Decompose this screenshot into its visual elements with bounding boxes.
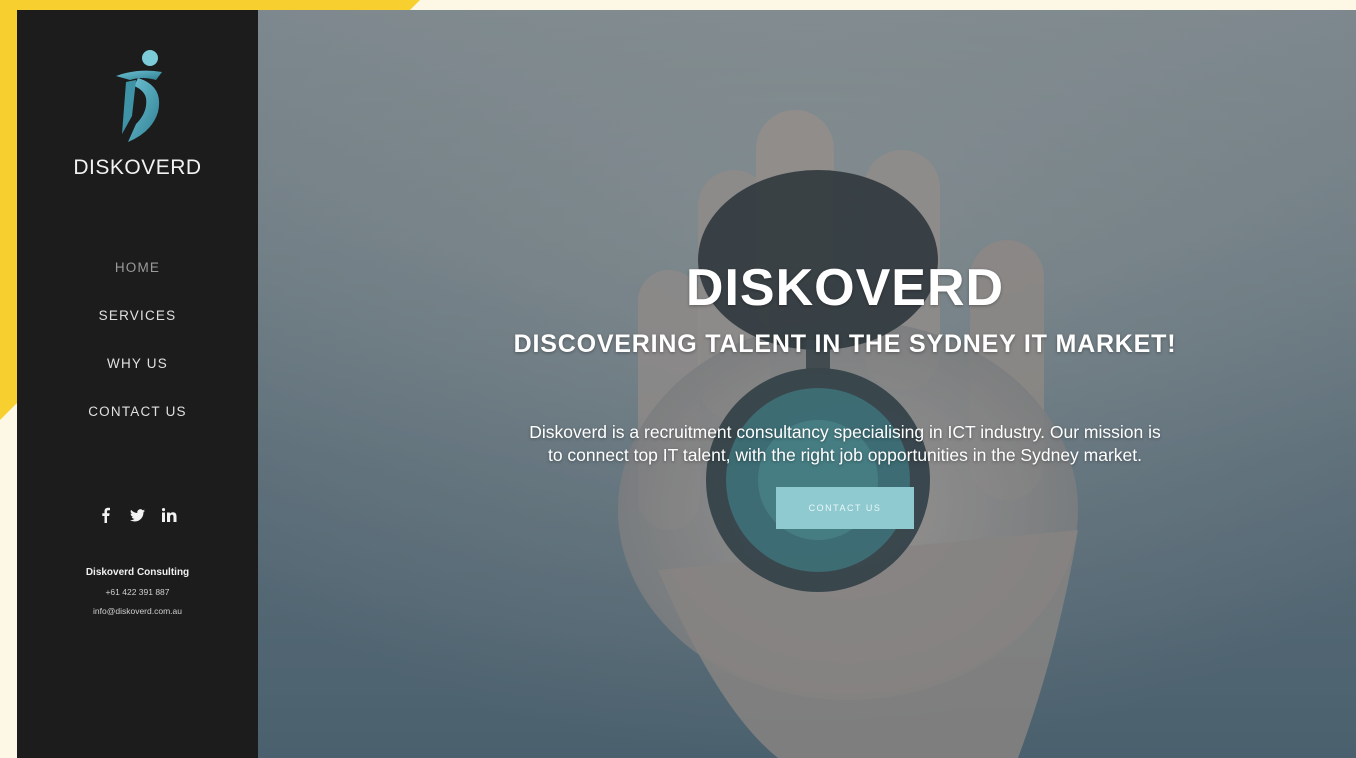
hero-content: DISKOVERD DISCOVERING TALENT IN THE SYDN… [258, 10, 1356, 529]
nav-item-home[interactable]: HOME [115, 260, 160, 276]
hero-title: DISKOVERD [685, 259, 1005, 317]
hero-subtitle: DISCOVERING TALENT IN THE SYDNEY IT MARK… [513, 330, 1177, 358]
twitter-icon[interactable] [130, 507, 146, 523]
contact-us-button[interactable]: CONTACT US [776, 486, 914, 529]
email-address[interactable]: info@diskoverd.com.au [86, 606, 189, 616]
phone-number[interactable]: +61 422 391 887 [86, 587, 189, 597]
hero-description: Diskoverd is a recruitment consultancy s… [529, 422, 1161, 465]
brand-name: DISKOVERD [73, 156, 202, 179]
linkedin-icon[interactable] [162, 507, 178, 523]
sidebar: DISKOVERD HOME SERVICES WHY US CONTACT U… [17, 10, 258, 758]
contact-info: Diskoverd Consulting +61 422 391 887 inf… [86, 567, 189, 616]
figure-d-logo-icon[interactable] [108, 46, 168, 146]
website-frame: DISKOVERD HOME SERVICES WHY US CONTACT U… [17, 10, 1356, 758]
nav-item-services[interactable]: SERVICES [99, 308, 177, 324]
nav-item-contact-us[interactable]: CONTACT US [88, 404, 187, 420]
nav-item-why-us[interactable]: WHY US [107, 356, 168, 372]
main-nav: HOME SERVICES WHY US CONTACT US [88, 260, 187, 452]
facebook-icon[interactable] [98, 507, 114, 523]
hero-section: DISKOVERD DISCOVERING TALENT IN THE SYDN… [258, 10, 1356, 758]
company-name: Diskoverd Consulting [85, 567, 190, 578]
social-links [98, 507, 178, 523]
